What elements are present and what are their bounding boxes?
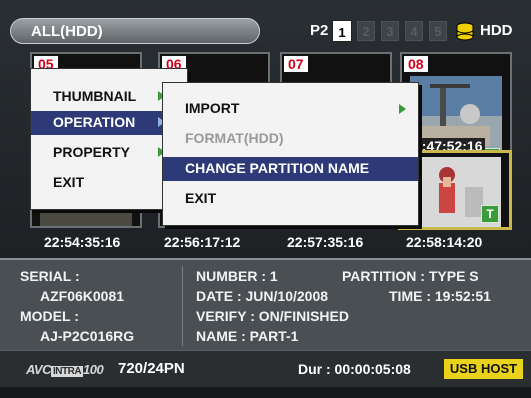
codec-box: INTRA <box>50 366 84 377</box>
menu-item-import[interactable]: IMPORT <box>163 97 418 121</box>
slot-5: 5 <box>429 21 447 41</box>
view-mode-title: ALL(HDD) <box>10 18 260 44</box>
menu-item-label: THUMBNAIL <box>53 88 137 104</box>
status-bar: AVC INTRA 100 720/24PN Dur : 00:00:05:08 U… <box>0 350 531 387</box>
operation-submenu: IMPORT FORMAT(HDD) CHANGE PARTITION NAME… <box>162 82 419 226</box>
model-label: MODEL : <box>20 308 79 324</box>
info-panel: SERIAL : AZF06K0081 MODEL : AJ-P2C016RG … <box>0 258 531 352</box>
divider <box>182 266 183 346</box>
clip-timecode: 22:54:35:16 <box>44 234 121 250</box>
menu-item-label: CHANGE PARTITION NAME <box>185 160 370 176</box>
video-format: 720/24PN <box>118 360 185 377</box>
slot-4: 4 <box>405 21 423 41</box>
clip-number: 07 <box>284 56 308 72</box>
top-bar: ALL(HDD) P2 1 2 3 4 5 HDD <box>10 18 521 46</box>
slot-2: 2 <box>357 21 375 41</box>
menu-item-label: PROPERTY <box>53 144 131 160</box>
menu-item-format-hdd: FORMAT(HDD) <box>163 127 418 151</box>
hdd-label: HDD <box>480 22 513 39</box>
menu-item-label: IMPORT <box>185 100 240 116</box>
number-field: NUMBER : 1 <box>196 268 278 284</box>
text-memo-badge: T <box>481 205 499 223</box>
screen: ALL(HDD) P2 1 2 3 4 5 HDD 05 06 07 08 2:… <box>0 0 531 398</box>
codec-prefix: AVC <box>26 362 51 377</box>
clip-timecode: 22:56:17:12 <box>164 234 241 250</box>
menu-item-label: OPERATION <box>53 114 136 130</box>
verify-field: VERIFY : ON/FINISHED <box>196 308 349 324</box>
partition-field: PARTITION : TYPE S <box>342 268 479 284</box>
menu-item-label: EXIT <box>53 174 85 190</box>
date-field: DATE : JUN/10/2008 <box>196 288 329 304</box>
model-value: AJ-P2C016RG <box>40 328 135 344</box>
name-field: NAME : PART-1 <box>196 328 299 344</box>
clip-timecode: 22:58:14:20 <box>406 234 483 250</box>
menu-item-exit[interactable]: EXIT <box>163 187 418 211</box>
usb-host-badge: USB HOST <box>444 359 523 379</box>
clip-number: 08 <box>404 56 428 72</box>
codec-suffix: 100 <box>83 362 104 377</box>
menu-item-label: EXIT <box>185 190 217 206</box>
menu-item-label: FORMAT(HDD) <box>185 130 284 146</box>
view-mode-label: ALL(HDD) <box>31 23 103 40</box>
slot-1: 1 <box>332 20 352 42</box>
menu-item-change-partition-name[interactable]: CHANGE PARTITION NAME <box>163 157 418 181</box>
duration: Dur : 00:00:05:08 <box>298 361 411 377</box>
serial-label: SERIAL : <box>20 268 80 284</box>
clip-timecode: 22:57:35:16 <box>287 234 364 250</box>
serial-value: AZF06K0081 <box>40 288 125 304</box>
submenu-arrow-icon <box>399 104 406 114</box>
codec-logo: AVC INTRA 100 <box>26 362 104 377</box>
p2-label: P2 <box>310 22 329 39</box>
time-field: TIME : 19:52:51 <box>389 288 491 304</box>
slot-3: 3 <box>381 21 399 41</box>
hdd-icon <box>456 22 474 41</box>
